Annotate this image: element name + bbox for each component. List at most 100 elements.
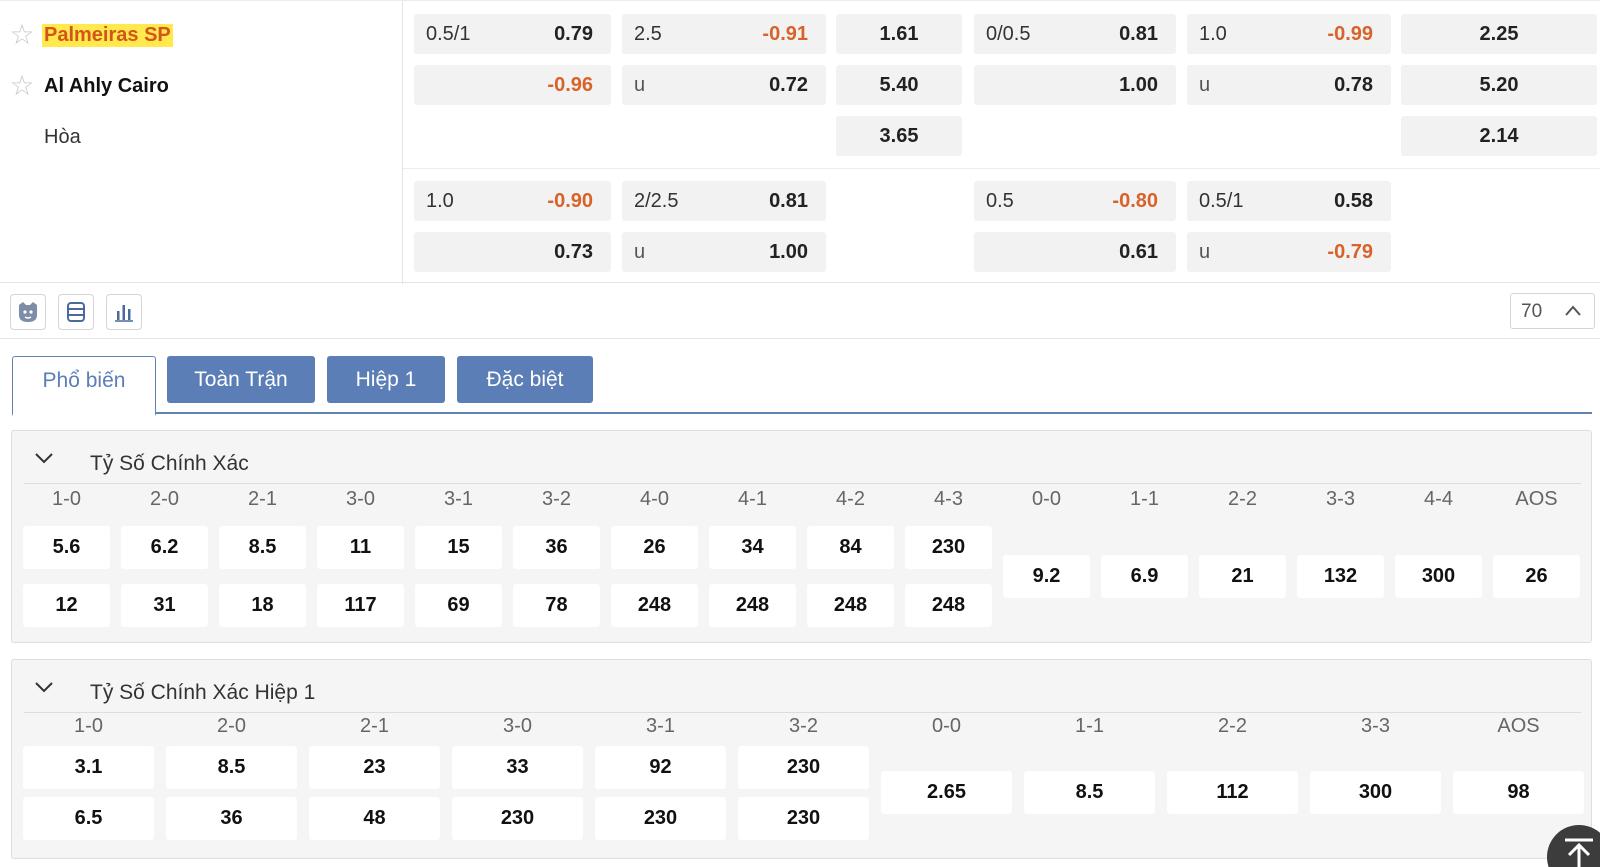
team-row-home: ☆ Palmeiras SP	[0, 15, 173, 55]
score-odds-home[interactable]: 84	[807, 526, 894, 569]
score-odds-away[interactable]: 230	[595, 797, 726, 840]
lion-button[interactable]	[10, 294, 46, 330]
score-odds-home[interactable]: 34	[709, 526, 796, 569]
ou-over-cell[interactable]: 2.5 -0.91	[622, 14, 826, 54]
draw-score-odds[interactable]: 26	[1493, 555, 1580, 598]
h1-ah2-home-odds: -0.80	[1112, 190, 1158, 212]
h1-x12-home-cell[interactable]: 2.25	[1401, 14, 1597, 54]
h1-ou2-over-odds: 0.58	[1334, 190, 1373, 212]
h1-ah-away-odds: 1.00	[1119, 74, 1158, 96]
score-odds-away[interactable]: 78	[513, 584, 600, 627]
h1-x12-away-cell[interactable]: 5.20	[1401, 65, 1597, 105]
x12-away-cell[interactable]: 5.40	[836, 65, 962, 105]
x12-draw-cell[interactable]: 3.65	[836, 116, 962, 156]
page-size-select[interactable]: 70	[1510, 293, 1595, 329]
h1-ou-under-odds: 0.78	[1334, 74, 1373, 96]
score-odds-home[interactable]: 33	[452, 746, 583, 789]
score-odds-away[interactable]: 230	[452, 797, 583, 840]
score-odds-home[interactable]: 23	[309, 746, 440, 789]
score-odds-away[interactable]: 31	[121, 584, 208, 627]
score-odds-away[interactable]: 36	[166, 797, 297, 840]
score-odds-home[interactable]: 5.6	[23, 526, 110, 569]
h1-ou2-under-odds: -0.79	[1327, 241, 1373, 263]
x12-away-odds: 5.40	[879, 74, 919, 96]
score-odds-home[interactable]: 36	[513, 526, 600, 569]
score-odds-home[interactable]: 92	[595, 746, 726, 789]
draw-score-odds[interactable]: 112	[1167, 771, 1298, 814]
draw-score-odds[interactable]: 8.5	[1024, 771, 1155, 814]
draw-score-odds[interactable]: 6.9	[1101, 555, 1188, 598]
correct-score-panel: Tỷ Số Chính Xác 1-0 5.6 12 2-0 6.2 31 2-1 8.5 18…	[11, 430, 1592, 643]
score-odds-away[interactable]: 18	[219, 584, 306, 627]
h1-ou-line: 1.0	[1199, 23, 1227, 45]
score-odds-home[interactable]: 11	[317, 526, 404, 569]
score-odds-away[interactable]: 248	[807, 584, 894, 627]
home-team-name[interactable]: Palmeiras SP	[42, 23, 173, 47]
h1-x12-home-odds: 2.25	[1479, 23, 1519, 45]
draw-score-odds[interactable]: 98	[1453, 771, 1584, 814]
h1-ah-away-cell[interactable]: 1.00	[974, 65, 1176, 105]
score-odds-home[interactable]: 8.5	[219, 526, 306, 569]
score-odds-home[interactable]: 8.5	[166, 746, 297, 789]
x12-home-cell[interactable]: 1.61	[836, 14, 962, 54]
away-team-name[interactable]: Al Ahly Cairo	[44, 75, 169, 98]
score-odds-away[interactable]: 230	[738, 797, 869, 840]
h1-ou2-under-label: u	[1199, 241, 1211, 263]
score-odds-home[interactable]: 15	[415, 526, 502, 569]
score-odds-away[interactable]: 6.5	[23, 797, 154, 840]
draw-score-odds[interactable]: 9.2	[1003, 555, 1090, 598]
score-odds-home[interactable]: 6.2	[121, 526, 208, 569]
ou-under-odds: 0.72	[769, 74, 808, 96]
score-odds-away[interactable]: 12	[23, 584, 110, 627]
stats-button[interactable]	[106, 294, 142, 330]
score-odds-home[interactable]: 26	[611, 526, 698, 569]
h1-x12-draw-cell[interactable]: 2.14	[1401, 116, 1597, 156]
draw-score-odds[interactable]: 300	[1310, 771, 1441, 814]
ou2-over-odds: 0.81	[769, 190, 808, 212]
ou2-under-label: u	[634, 241, 646, 263]
panel-header[interactable]: Tỷ Số Chính Xác	[24, 431, 1581, 484]
list-button[interactable]	[58, 294, 94, 330]
h1-ou2-under-cell[interactable]: u -0.79	[1187, 232, 1391, 272]
score-odds-home[interactable]: 3.1	[23, 746, 154, 789]
score-odds-away[interactable]: 248	[611, 584, 698, 627]
market-tabs: Phổ biến Toàn Trận Hiệp 1 Đặc biệt	[12, 356, 1592, 416]
draw-score-odds[interactable]: 300	[1395, 555, 1482, 598]
score-odds-away[interactable]: 117	[317, 584, 404, 627]
bar-chart-icon	[115, 305, 133, 322]
score-odds-home[interactable]: 230	[905, 526, 992, 569]
score-odds-away[interactable]: 248	[709, 584, 796, 627]
h1-ah2-away-cell[interactable]: 0.61	[974, 232, 1176, 272]
ou2-over-cell[interactable]: 2/2.5 0.81	[622, 181, 826, 221]
star-icon[interactable]: ☆	[0, 72, 44, 100]
tab-popular[interactable]: Phổ biến	[12, 356, 156, 416]
ou-under-cell[interactable]: u 0.72	[622, 65, 826, 105]
ah-home-cell[interactable]: 0.5/1 0.79	[414, 14, 611, 54]
h1-ou2-over-cell[interactable]: 0.5/1 0.58	[1187, 181, 1391, 221]
ah-home-odds: 0.79	[554, 23, 593, 45]
tab-full-match[interactable]: Toàn Trận	[167, 356, 315, 403]
h1-x12-draw-odds: 2.14	[1479, 125, 1519, 147]
draw-score-label: AOS	[1515, 488, 1558, 510]
draw-score-odds[interactable]: 2.65	[881, 771, 1012, 814]
ah2-home-cell[interactable]: 1.0 -0.90	[414, 181, 611, 221]
h1-ah2-home-cell[interactable]: 0.5 -0.80	[974, 181, 1176, 221]
score-odds-away[interactable]: 69	[415, 584, 502, 627]
draw-score-odds[interactable]: 21	[1199, 555, 1286, 598]
draw-score-odds[interactable]: 132	[1297, 555, 1384, 598]
ah-away-cell[interactable]: -0.96	[414, 65, 611, 105]
star-icon[interactable]: ☆	[0, 21, 44, 49]
h1-ah-home-cell[interactable]: 0/0.5 0.81	[974, 14, 1176, 54]
score-odds-away[interactable]: 248	[905, 584, 992, 627]
lion-icon	[19, 302, 37, 322]
team-row-draw: ☆ Hòa	[0, 117, 81, 157]
score-odds-home[interactable]: 230	[738, 746, 869, 789]
score-odds-away[interactable]: 48	[309, 797, 440, 840]
tab-first-half[interactable]: Hiệp 1	[327, 356, 445, 403]
h1-ou-over-cell[interactable]: 1.0 -0.99	[1187, 14, 1391, 54]
tab-special[interactable]: Đặc biệt	[457, 356, 593, 403]
ou2-under-cell[interactable]: u 1.00	[622, 232, 826, 272]
panel-header[interactable]: Tỷ Số Chính Xác Hiệp 1	[24, 660, 1581, 713]
ah2-away-cell[interactable]: 0.73	[414, 232, 611, 272]
h1-ou-under-cell[interactable]: u 0.78	[1187, 65, 1391, 105]
